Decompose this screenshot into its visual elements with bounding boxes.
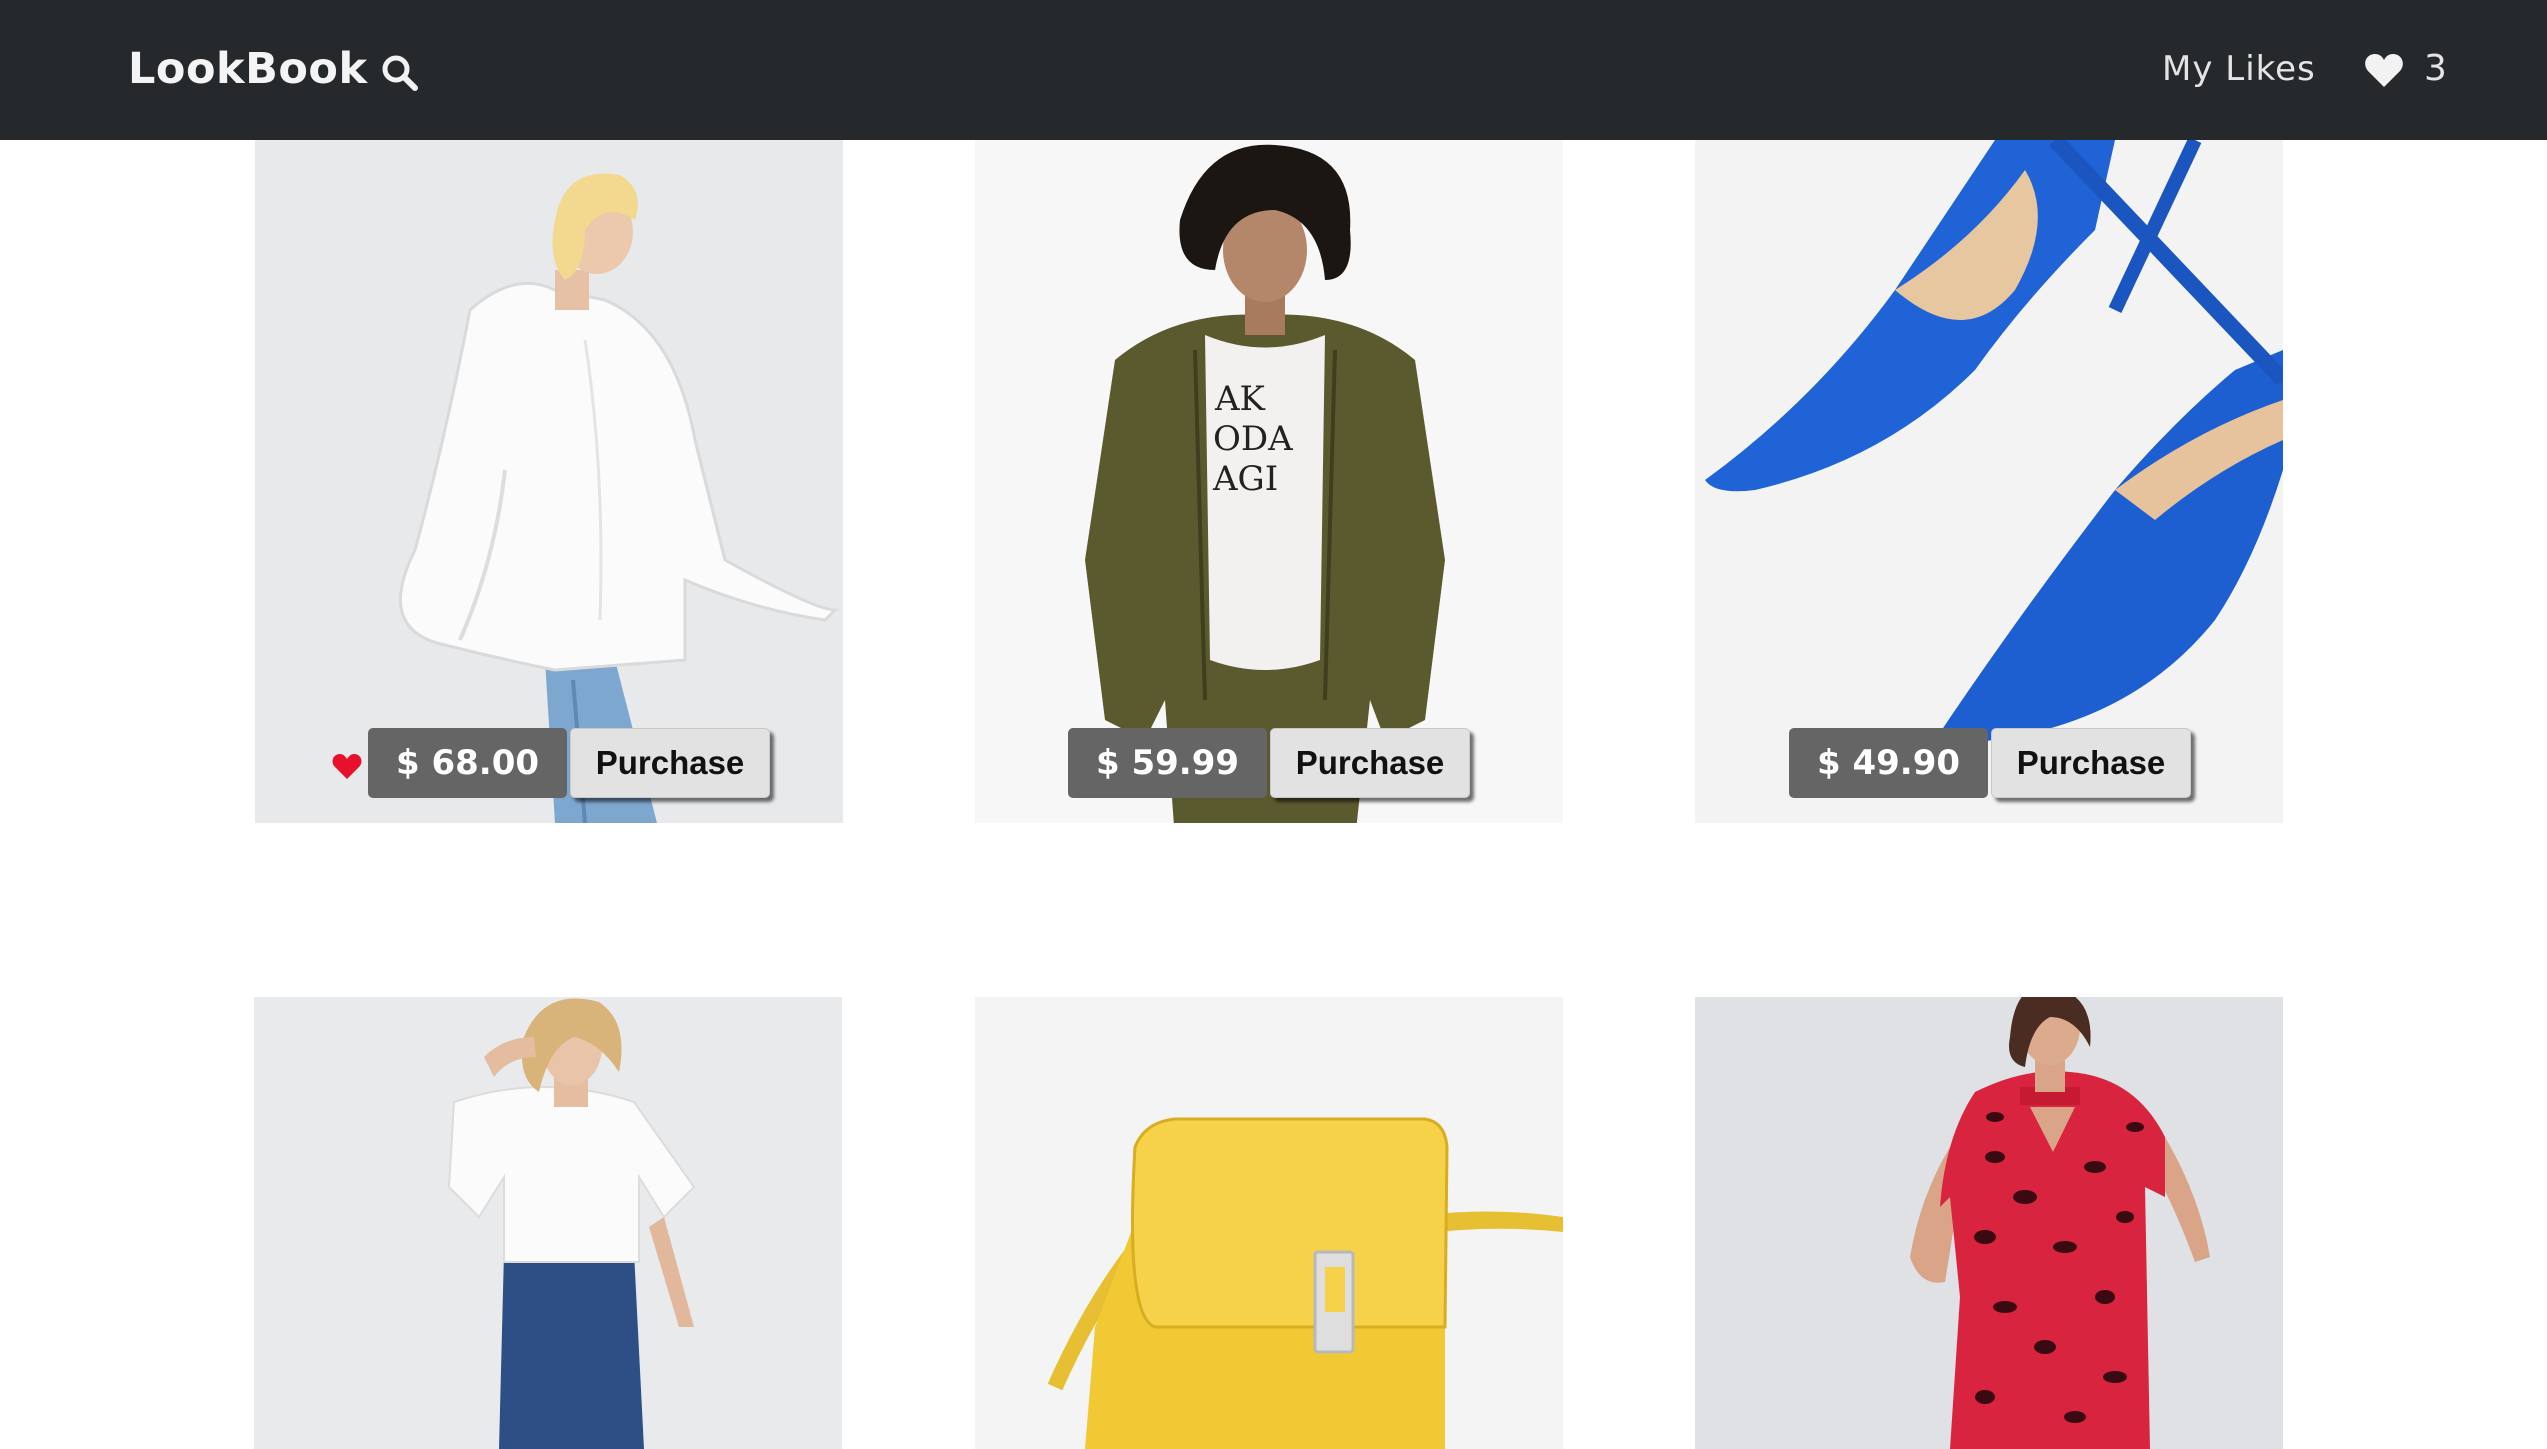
price-row: $ 49.90 Purchase (1695, 728, 2283, 800)
svg-text:AGI: AGI (1212, 459, 1278, 499)
product-image[interactable] (1695, 140, 2283, 823)
price-row: $ 59.99 Purchase (975, 728, 1563, 800)
brand-logo[interactable]: LookBook (128, 44, 368, 94)
liked-heart-icon[interactable] (332, 752, 362, 780)
product-image[interactable] (255, 140, 843, 823)
product-image[interactable] (1695, 997, 2283, 1449)
product-image[interactable]: AK ODA AGI (975, 140, 1563, 823)
svg-text:ODA: ODA (1213, 419, 1293, 459)
svg-text:AK: AK (1214, 379, 1266, 419)
search-icon[interactable] (380, 53, 420, 93)
price-tag: $ 68.00 (368, 728, 567, 798)
purchase-button[interactable]: Purchase (1270, 728, 1470, 798)
price-tag: $ 59.99 (1068, 728, 1267, 798)
heart-icon[interactable] (2364, 52, 2404, 88)
purchase-button[interactable]: Purchase (1991, 728, 2191, 798)
product-image[interactable] (975, 997, 1563, 1449)
top-navbar: LookBook My Likes 3 (0, 0, 2547, 140)
price-row: $ 68.00 Purchase (255, 728, 843, 800)
likes-count-badge[interactable]: 3 (2424, 48, 2447, 89)
purchase-button[interactable]: Purchase (570, 728, 770, 798)
price-tag: $ 49.90 (1789, 728, 1988, 798)
my-likes-link[interactable]: My Likes (2162, 49, 2316, 89)
product-image[interactable] (254, 997, 842, 1449)
